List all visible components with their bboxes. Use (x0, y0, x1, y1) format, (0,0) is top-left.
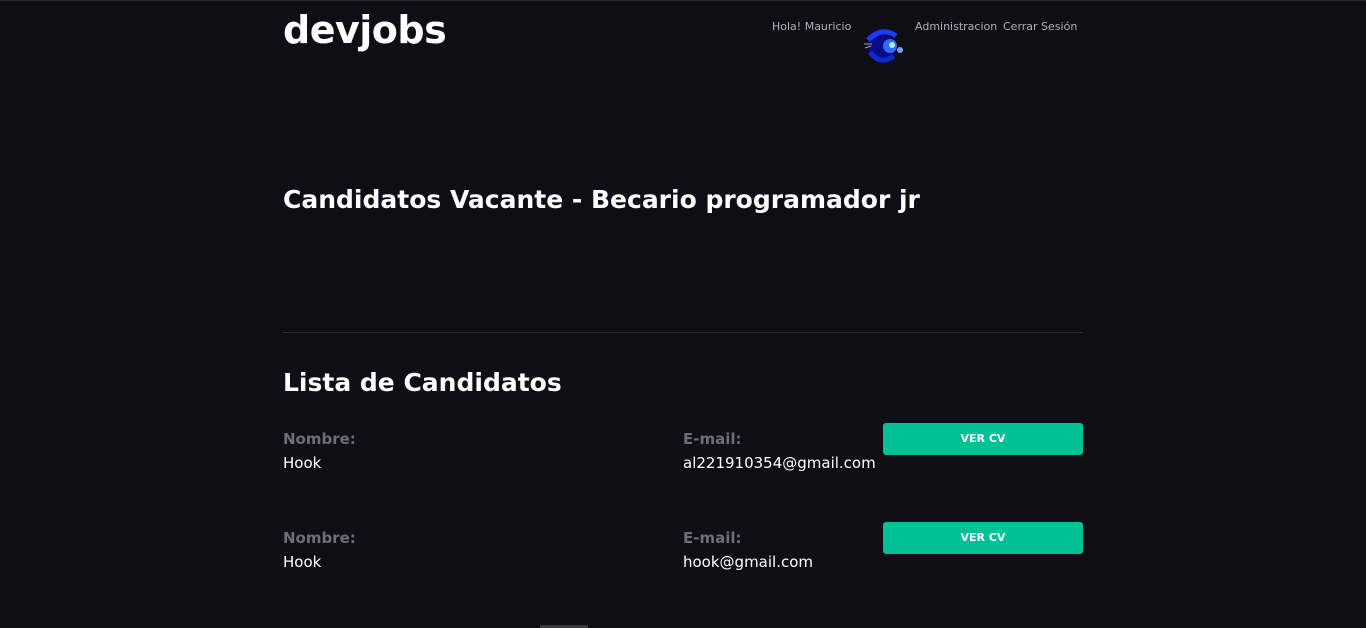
candidates-section-title: Lista de Candidatos (283, 368, 562, 397)
site-logo[interactable]: devjobs (283, 8, 447, 52)
email-label: E-mail: (683, 529, 742, 547)
user-greeting: Hola! Mauricio (772, 20, 852, 33)
candidate-email: hook@gmail.com (683, 553, 814, 571)
candidate-name: Hook (283, 454, 322, 472)
email-label: E-mail: (683, 430, 742, 448)
candidate-email: al221910354@gmail.com (683, 454, 876, 472)
name-label: Nombre: (283, 430, 356, 448)
admin-link[interactable]: Administracion (915, 20, 997, 34)
page-container: devjobs Hola! Mauricio Administracion Ce… (283, 0, 1083, 628)
user-avatar-icon (860, 22, 906, 66)
view-cv-button[interactable]: VER CV (883, 522, 1083, 554)
view-cv-button[interactable]: VER CV (883, 423, 1083, 455)
candidate-name: Hook (283, 553, 322, 571)
candidate-row: Nombre: Hook E-mail: hook@gmail.com VER … (283, 522, 1083, 582)
candidate-row: Nombre: Hook E-mail: al221910354@gmail.c… (283, 423, 1083, 483)
name-label: Nombre: (283, 529, 356, 547)
header-nav: Hola! Mauricio Administracion Cerrar Ses… (772, 20, 1083, 70)
section-divider (283, 332, 1083, 333)
page-title: Candidatos Vacante - Becario programador… (283, 185, 920, 214)
logout-link[interactable]: Cerrar Sesión (1003, 20, 1077, 34)
